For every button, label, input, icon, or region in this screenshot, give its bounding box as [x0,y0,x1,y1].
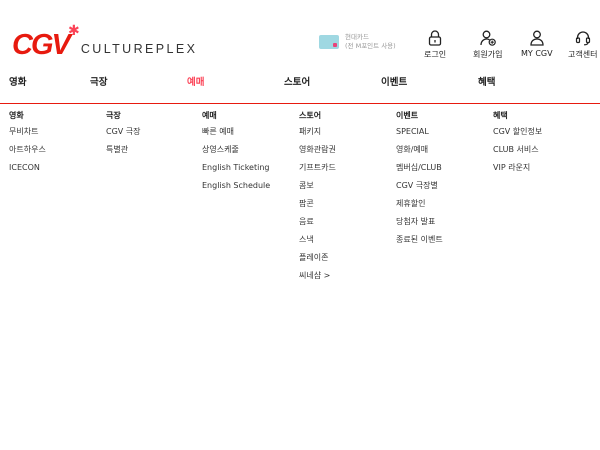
submenu-title: 극장 [106,111,121,120]
submenu-benefit: 혜택 CGV 할인정보 CLUB 서비스 VIP 라운지 [493,111,542,179]
submenu-link[interactable]: SPECIAL [396,125,443,143]
submenu-link[interactable]: 플레이존 [299,251,336,269]
submenu-link[interactable]: English Ticketing [202,161,270,179]
join-button[interactable]: 회원가입 [473,30,502,60]
submenu-link[interactable]: CGV 극장별 [396,179,443,197]
cgv-logo[interactable]: CGV ✱ CULTUREPLEX [12,24,198,61]
submenu-link[interactable]: CLUB 서비스 [493,143,542,161]
promo-line-2: (전 M포인트 사용) [345,42,396,50]
submenu-link[interactable]: 스낵 [299,233,336,251]
submenu-link[interactable]: 영화/예매 [396,143,443,161]
promo-text: 현대카드 (전 M포인트 사용) [345,33,396,51]
lock-icon [428,30,442,46]
promo-banner[interactable]: 현대카드 (전 M포인트 사용) [319,33,396,51]
submenu-movie: 영화 무비차트 아트하우스 ICECON [9,111,46,179]
submenu-link[interactable]: 특별관 [106,143,141,161]
submenu-link[interactable]: 아트하우스 [9,143,46,161]
submenu-title: 예매 [202,111,217,120]
join-label: 회원가입 [473,50,503,59]
support-label: 고객센터 [568,50,598,59]
submenu-event: 이벤트 SPECIAL 영화/예매 멤버십/CLUB CGV 극장별 제휴할인 … [396,111,443,251]
submenu-link[interactable]: VIP 라운지 [493,161,542,179]
logo-mark: CGV [12,29,71,61]
submenu-store: 스토어 패키지 영화관람권 기프트카드 콤보 팝콘 음료 스낵 플레이존 씨네샵… [299,111,336,287]
logo-subtitle: CULTUREPLEX [80,42,198,56]
submenu-title: 혜택 [493,111,508,120]
headset-icon [575,31,590,46]
submenu-title: 영화 [9,111,24,120]
support-button[interactable]: 고객센터 [568,30,597,60]
mycgv-button[interactable]: MY CGV [521,30,553,58]
credit-card-icon [319,35,339,49]
submenu-link[interactable]: 무비차트 [9,125,46,143]
submenu-link[interactable]: CGV 할인정보 [493,125,542,143]
submenu-link[interactable]: 빠른 예매 [202,125,270,143]
header: CGV ✱ CULTUREPLEX 현대카드 (전 M포인트 사용) 로그인 회… [0,0,600,68]
nav-store[interactable]: 스토어 [284,74,310,88]
submenu-link[interactable]: 상영스케줄 [202,143,270,161]
mycgv-label: MY CGV [521,49,553,58]
nav-movie[interactable]: 영화 [9,74,26,88]
submenu-link[interactable]: 멤버십/CLUB [396,161,443,179]
submenu-ticketing: 예매 빠른 예매 상영스케줄 English Ticketing English… [202,111,270,197]
submenu-link[interactable]: English Schedule [202,179,270,197]
nav-event[interactable]: 이벤트 [381,74,407,88]
submenu-theater: 극장 CGV 극장 특별관 [106,111,141,161]
main-nav: 영화 극장 예매 스토어 이벤트 혜택 [0,68,600,104]
submenu-link[interactable]: 음료 [299,215,336,233]
submenu-link[interactable]: 콤보 [299,179,336,197]
submenu-link[interactable]: ICECON [9,161,46,179]
nav-benefit[interactable]: 혜택 [478,74,495,88]
submenu-title: 이벤트 [396,111,419,120]
promo-line-1: 현대카드 [345,33,369,41]
user-icon [530,30,544,46]
submenu-title: 스토어 [299,111,322,120]
logo-star-icon: ✱ [68,23,80,39]
submenu-link[interactable]: 팝콘 [299,197,336,215]
submenu-link[interactable]: CGV 극장 [106,125,141,143]
nav-ticketing[interactable]: 예매 [187,74,204,88]
submenu-link[interactable]: 당첨자 발표 [396,215,443,233]
user-plus-icon [480,30,496,46]
login-button[interactable]: 로그인 [424,30,446,60]
submenu-link[interactable]: 씨네샵 > [299,269,336,287]
submenu-link[interactable]: 제휴할인 [396,197,443,215]
submenu-link[interactable]: 영화관람권 [299,143,336,161]
submenu-link[interactable]: 기프트카드 [299,161,336,179]
nav-theater[interactable]: 극장 [90,74,107,88]
login-label: 로그인 [424,50,447,59]
submenu-link[interactable]: 종료된 이벤트 [396,233,443,251]
submenu-link[interactable]: 패키지 [299,125,336,143]
